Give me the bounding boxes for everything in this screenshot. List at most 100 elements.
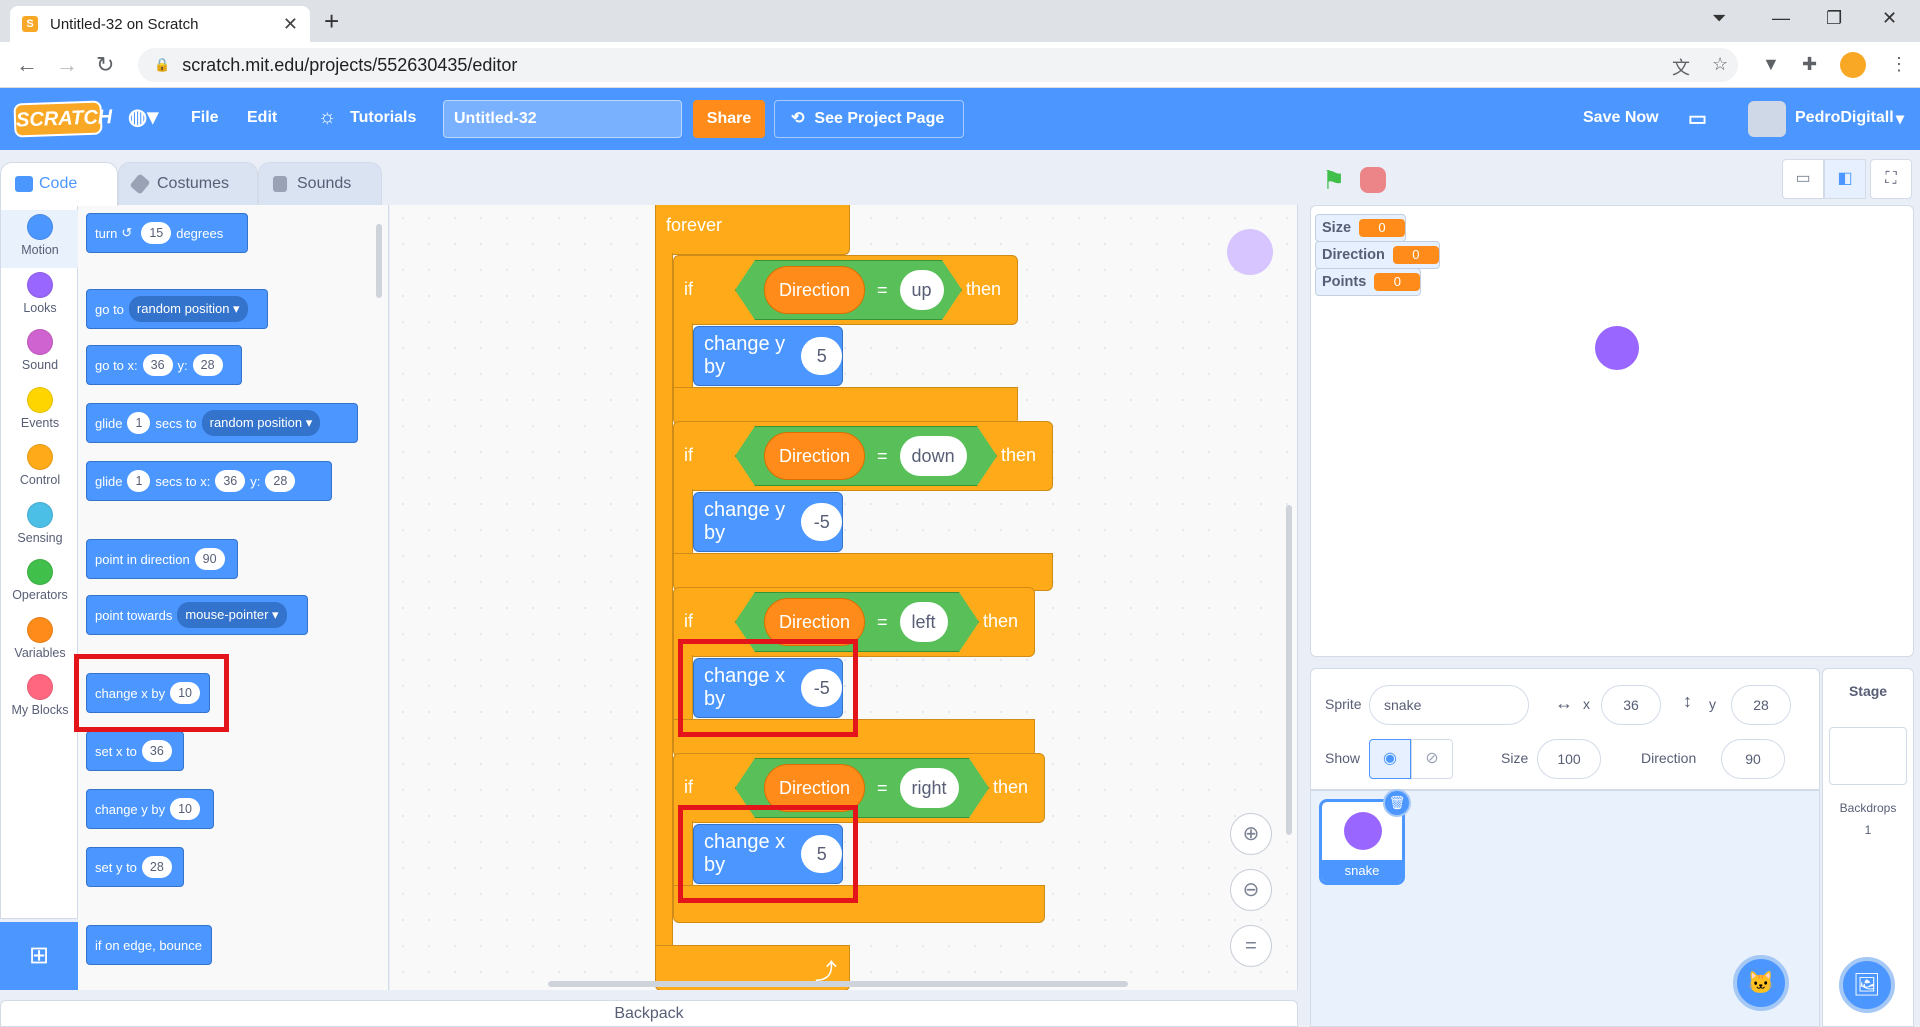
direction-variable[interactable]: Direction (764, 266, 865, 314)
user-avatar[interactable] (1748, 101, 1786, 137)
go-to-xy-block[interactable]: go to x: 36 y: 28 (86, 345, 242, 385)
monitor-direction[interactable]: Direction 0 (1315, 241, 1440, 269)
turn-block[interactable]: turn ↺ 15 degrees (86, 213, 248, 253)
monitor-points[interactable]: Points 0 (1315, 268, 1422, 296)
x-input[interactable]: 36 (1601, 685, 1661, 725)
edit-menu[interactable]: Edit (247, 109, 277, 127)
size-input[interactable]: 100 (1537, 739, 1601, 779)
category-my-blocks[interactable]: My Blocks (1, 670, 79, 728)
go-to-dropdown[interactable]: random position ▾ (128, 296, 248, 322)
condition-value[interactable]: left (900, 602, 948, 642)
save-now-button[interactable]: Save Now (1583, 109, 1659, 127)
glide-secs-input[interactable]: 1 (127, 412, 151, 434)
share-button[interactable]: Share (693, 100, 765, 138)
point-towards-dropdown[interactable]: mouse-pointer ▾ (177, 602, 287, 628)
back-icon[interactable]: ← (16, 52, 38, 78)
change-y-block[interactable]: change y by 5 (693, 326, 843, 386)
url-field[interactable]: 🔒 scratch.mit.edu/projects/552630435/edi… (138, 48, 1738, 82)
delete-sprite-icon[interactable]: 🗑 (1383, 789, 1411, 817)
close-tab-icon[interactable]: ✕ (283, 14, 298, 35)
direction-input-field[interactable]: 90 (1721, 739, 1785, 779)
choose-sprite-button[interactable]: 🐱 (1733, 955, 1789, 1011)
file-menu[interactable]: File (191, 109, 219, 127)
language-globe-icon[interactable]: ◍▾ (128, 104, 158, 130)
glide-to-xy-block[interactable]: glide 1 secs to x: 36 y: 28 (86, 461, 332, 501)
stop-icon[interactable] (1360, 167, 1386, 193)
glide-y-input[interactable]: 28 (265, 470, 296, 492)
category-sensing[interactable]: Sensing (1, 498, 79, 556)
change-y-input[interactable]: 10 (170, 798, 201, 820)
condition-value[interactable]: up (900, 270, 944, 310)
glide-xy-secs-input[interactable]: 1 (127, 470, 151, 492)
if-on-edge-bounce-block[interactable]: if on edge, bounce (86, 925, 212, 965)
choose-backdrop-button[interactable]: 🖼 (1839, 957, 1895, 1013)
zoom-reset-button[interactable]: = (1230, 925, 1272, 967)
browser-menu-icon[interactable]: ⋮ (1890, 54, 1908, 75)
window-close-icon[interactable]: ✕ (1882, 8, 1897, 29)
go-to-y-input[interactable]: 28 (192, 354, 223, 376)
extension-icon[interactable]: ▼ (1762, 54, 1780, 75)
point-towards-block[interactable]: point towards mouse-pointer ▾ (86, 595, 308, 635)
new-tab-icon[interactable]: + (324, 8, 339, 34)
zoom-out-button[interactable]: ⊖ (1230, 869, 1272, 911)
monitor-size[interactable]: Size 0 (1315, 214, 1407, 242)
direction-input[interactable]: 90 (194, 548, 225, 570)
translate-icon[interactable]: 文 (1672, 54, 1690, 80)
tab-sounds[interactable]: Sounds (258, 162, 382, 206)
palette-scrollbar[interactable] (376, 224, 382, 298)
equals-operator[interactable]: Direction = down (735, 426, 997, 486)
project-title-input[interactable]: Untitled-32 (443, 100, 682, 138)
account-caret-icon[interactable]: ▾ (1896, 109, 1904, 129)
category-sound[interactable]: Sound (1, 325, 79, 383)
set-x-to-block[interactable]: set x to 36 (86, 731, 184, 771)
go-to-x-input[interactable]: 36 (142, 354, 173, 376)
equals-operator[interactable]: Direction = up (735, 260, 962, 320)
my-stuff-folder-icon[interactable]: ▭ (1688, 106, 1707, 131)
restore-icon[interactable]: ❐ (1826, 8, 1842, 29)
script-horizontal-scrollbar[interactable] (548, 981, 1128, 987)
username-menu[interactable]: PedroDigitall (1795, 109, 1894, 127)
see-project-page-button[interactable]: ⟲ See Project Page (774, 100, 964, 138)
forever-block[interactable]: forever (655, 205, 850, 255)
add-extension-button[interactable]: ⊞ (0, 922, 78, 990)
set-y-to-block[interactable]: set y to 28 (86, 847, 184, 887)
puzzle-icon[interactable]: ✚ (1802, 54, 1817, 75)
bookmark-star-icon[interactable]: ☆ (1712, 54, 1728, 75)
y-input[interactable]: 28 (1731, 685, 1791, 725)
go-to-block[interactable]: go to random position ▾ (86, 289, 268, 329)
small-stage-button[interactable]: ▭ (1782, 159, 1824, 199)
condition-value[interactable]: right (900, 768, 959, 808)
fullscreen-button[interactable]: ⛶ (1870, 159, 1912, 199)
stage-selector[interactable]: Stage Backdrops 1 🖼 (1822, 668, 1914, 1027)
minimize-icon[interactable]: — (1772, 8, 1790, 29)
tab-costumes[interactable]: Costumes (118, 162, 258, 206)
glide-to-block[interactable]: glide 1 secs to random position ▾ (86, 403, 358, 443)
glide-x-input[interactable]: 36 (215, 470, 246, 492)
show-eye-icon[interactable]: ◉ (1369, 739, 1411, 779)
category-motion[interactable]: Motion (1, 210, 79, 268)
reload-icon[interactable]: ↻ (96, 52, 114, 78)
condition-value[interactable]: down (900, 436, 967, 476)
zoom-in-button[interactable]: ⊕ (1230, 813, 1272, 855)
category-operators[interactable]: Operators (1, 555, 79, 613)
stage-thumbnail[interactable] (1829, 727, 1907, 785)
browser-tab[interactable]: S Untitled-32 on Scratch ✕ (10, 6, 310, 42)
turn-degrees-input[interactable]: 15 (141, 222, 172, 244)
green-flag-icon[interactable]: ⚑ (1322, 165, 1345, 196)
change-value[interactable]: -5 (801, 503, 842, 541)
change-y-block[interactable]: change y by -5 (693, 492, 843, 552)
stage-canvas[interactable]: Size 0 Direction 0 Points 0 (1310, 205, 1914, 657)
set-y-input[interactable]: 28 (141, 856, 172, 878)
change-y-by-block[interactable]: change y by 10 (86, 789, 214, 829)
backpack[interactable]: Backpack (0, 1000, 1298, 1027)
tab-search-icon[interactable]: ⏷ (1712, 8, 1726, 29)
set-x-input[interactable]: 36 (141, 740, 172, 762)
profile-avatar-icon[interactable] (1840, 52, 1866, 78)
category-looks[interactable]: Looks (1, 268, 79, 326)
change-value[interactable]: 5 (801, 337, 842, 375)
tab-code[interactable]: Code (0, 162, 118, 206)
point-in-direction-block[interactable]: point in direction 90 (86, 539, 238, 579)
hide-eye-icon[interactable]: ⊘ (1411, 739, 1453, 779)
sprite-name-input[interactable]: snake (1369, 685, 1529, 725)
snake-sprite[interactable] (1595, 326, 1639, 370)
